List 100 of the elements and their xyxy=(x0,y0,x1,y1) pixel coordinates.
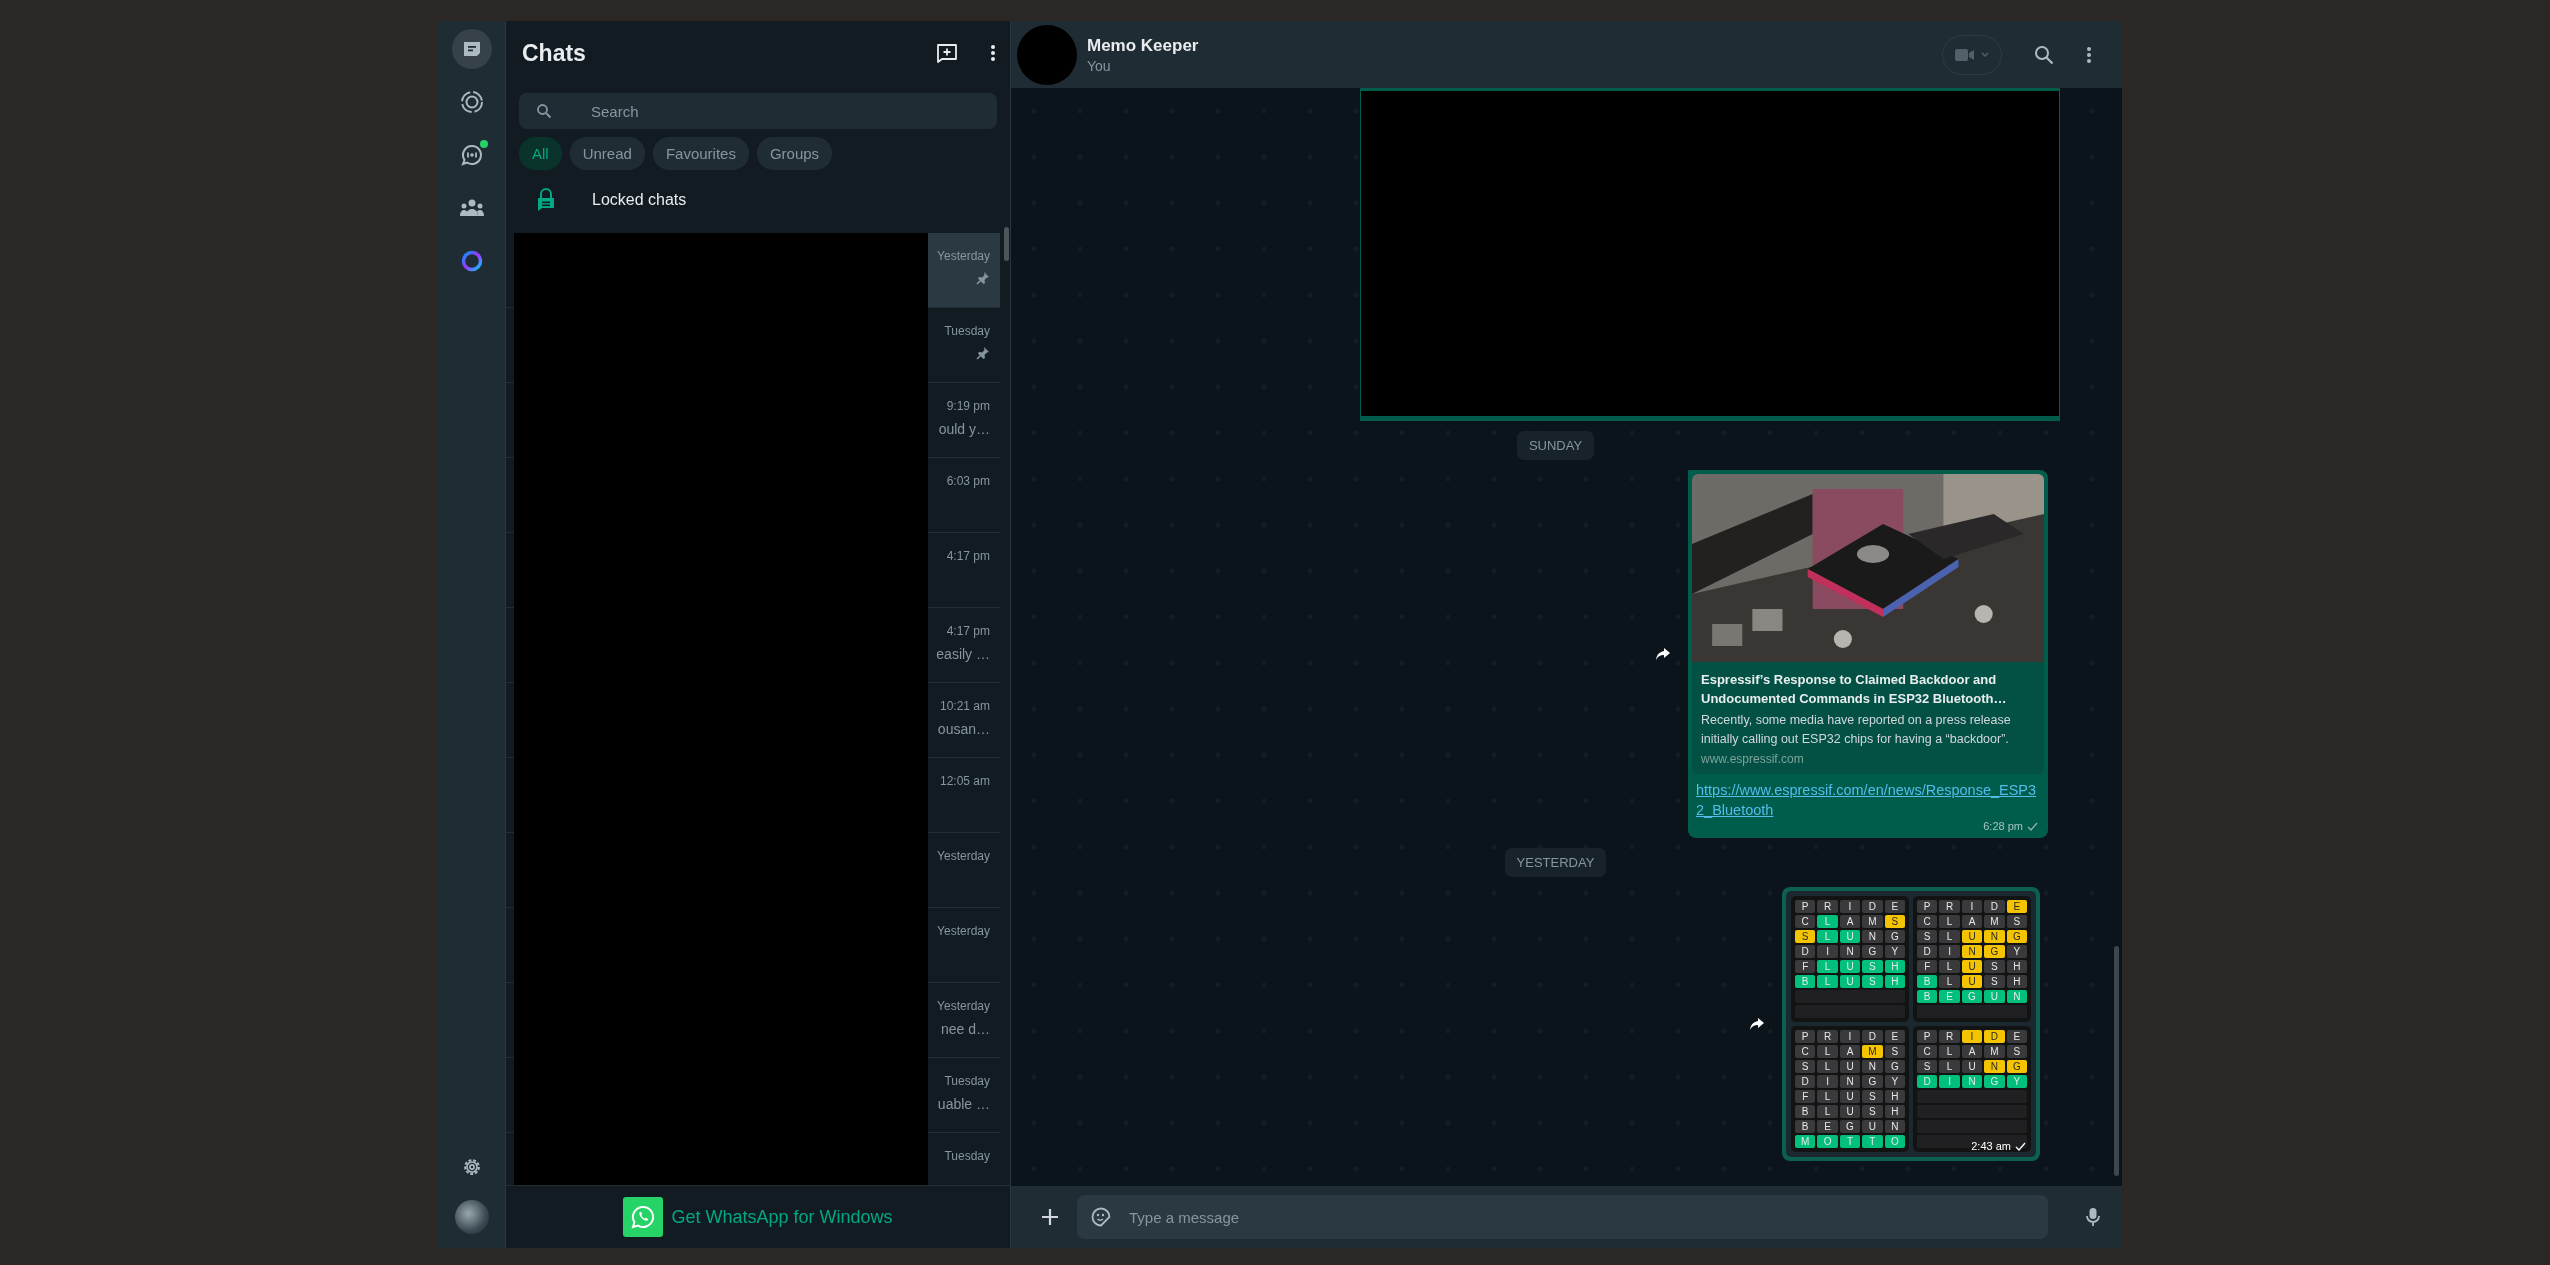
letter-tile: N xyxy=(1961,1075,1983,1088)
url-link[interactable]: https://www.espressif.com/en/news/Response_ESP32_Bluetooth xyxy=(1692,774,2044,820)
letter-tile: G xyxy=(1884,930,1905,943)
letter-tile: P xyxy=(1917,1030,1938,1043)
chat-time: Yesterday xyxy=(937,249,990,263)
chat-row[interactable]: 4:17 pm easily … xyxy=(928,608,1000,682)
filter-chip[interactable]: All xyxy=(519,137,562,170)
filter-chip[interactable]: Groups xyxy=(756,137,833,170)
letter-tile: S xyxy=(1795,930,1816,943)
letter-tile: P xyxy=(1795,900,1816,913)
letter-tile: U xyxy=(1961,960,1983,973)
letter-tile: S xyxy=(1917,930,1938,943)
letter-tile: A xyxy=(1961,1045,1983,1058)
letter-tile: D xyxy=(1917,945,1938,958)
chat-row[interactable]: Yesterday xyxy=(928,833,1000,907)
letter-tile: U xyxy=(1839,930,1861,943)
chat-row[interactable]: 4:17 pm xyxy=(928,533,1000,607)
letter-tile: C xyxy=(1795,915,1816,928)
letter-tile: U xyxy=(1839,1060,1861,1073)
letter-tile: P xyxy=(1917,900,1938,913)
letter-tile: R xyxy=(1817,900,1838,913)
message-input-field[interactable]: Type a message xyxy=(1077,1195,2048,1239)
filter-chip[interactable]: Unread xyxy=(569,137,645,170)
chat-row[interactable]: Tuesday uable … xyxy=(928,1058,1000,1132)
letter-tile: F xyxy=(1917,960,1938,973)
letter-tile: H xyxy=(2006,960,2027,973)
letter-tile: U xyxy=(1839,1090,1861,1103)
chat-row[interactable]: Yesterday xyxy=(928,908,1000,982)
chat-row[interactable]: 9:19 pm ould y… xyxy=(928,383,1000,457)
letter-tile: R xyxy=(1939,900,1960,913)
letter-tile: H xyxy=(2006,975,2027,988)
letter-tile: S xyxy=(1917,1060,1938,1073)
letter-tile: B xyxy=(1795,1120,1816,1133)
letter-tile: D xyxy=(1862,900,1883,913)
letter-tile: R xyxy=(1939,1030,1960,1043)
link-title: Espressif’s Response to Claimed Backdoor and Undocumented Commands in ESP32 Bluetooth… xyxy=(1701,671,2008,708)
letter-tile: H xyxy=(1884,975,1905,988)
letter-tile: S xyxy=(2006,915,2027,928)
letter-tile: S xyxy=(2006,1045,2027,1058)
letter-tile: D xyxy=(1984,1030,2005,1043)
chat-row[interactable]: Tuesday xyxy=(928,1133,1000,1185)
letter-tile: S xyxy=(1984,960,2005,973)
panel-title: Chats xyxy=(522,39,586,67)
letter-tile: N xyxy=(1839,945,1861,958)
letter-tile: H xyxy=(1884,960,1905,973)
letter-tile: S xyxy=(1862,1090,1883,1103)
letter-tile: B xyxy=(1795,1105,1816,1118)
letter-tile: N xyxy=(1961,945,1983,958)
letter-tile: L xyxy=(1939,930,1960,943)
letter-tile: E xyxy=(2006,900,2027,913)
letter-tile: I xyxy=(1939,1075,1960,1088)
letter-tile: L xyxy=(1939,960,1960,973)
letter-tile: N xyxy=(1862,930,1883,943)
chat-time: 4:17 pm xyxy=(946,549,990,563)
chat-row[interactable]: 12:05 am xyxy=(928,758,1000,832)
letter-tile: S xyxy=(1884,915,1905,928)
chat-row[interactable]: 10:21 am ousan… xyxy=(928,683,1000,757)
contact-subtitle: You xyxy=(1087,57,1112,74)
letter-tile: S xyxy=(1884,1045,1905,1058)
letter-tile: I xyxy=(1939,945,1960,958)
letter-tile: G xyxy=(1961,990,1983,1003)
letter-tile: U xyxy=(1862,1120,1883,1133)
letter-tile: L xyxy=(1817,1105,1838,1118)
chat-row[interactable]: Tuesday xyxy=(928,308,1000,382)
message-time: 6:28 pm xyxy=(1983,820,2023,832)
chat-time: Yesterday xyxy=(937,999,990,1013)
letter-tile: Y xyxy=(2006,1075,2027,1088)
letter-tile: L xyxy=(1939,975,1960,988)
letter-tile: L xyxy=(1939,915,1960,928)
search-field[interactable]: Search xyxy=(519,93,997,129)
letter-tile: S xyxy=(1795,1060,1816,1073)
chat-time: Tuesday xyxy=(944,1074,990,1088)
letter-tile: P xyxy=(1795,1030,1816,1043)
promo-link[interactable]: Get WhatsApp for Windows xyxy=(671,1206,893,1228)
letter-tile: L xyxy=(1817,1045,1838,1058)
letter-tile: L xyxy=(1817,915,1838,928)
letter-tile: N xyxy=(1984,1060,2005,1073)
letter-tile: G xyxy=(1862,945,1883,958)
locked-chats-row[interactable]: Locked chats xyxy=(506,172,1010,227)
letter-tile: A xyxy=(1961,915,1983,928)
letter-tile: I xyxy=(1839,900,1861,913)
letter-tile: T xyxy=(1839,1135,1861,1148)
chat-row[interactable]: Yesterday xyxy=(928,233,1000,307)
letter-tile: A xyxy=(1839,915,1861,928)
letter-tile: M xyxy=(1862,915,1883,928)
letter-tile: D xyxy=(1984,900,2005,913)
letter-tile: B xyxy=(1917,990,1938,1003)
message-preview: easily … xyxy=(936,646,990,662)
letter-tile: L xyxy=(1817,930,1838,943)
chat-row[interactable]: Yesterday nee d… xyxy=(928,983,1000,1057)
letter-tile: S xyxy=(1862,960,1883,973)
letter-tile: U xyxy=(1984,990,2005,1003)
letter-tile: O xyxy=(1817,1135,1838,1148)
filter-chip[interactable]: Favourites xyxy=(652,137,749,170)
chat-row[interactable]: 6:03 pm xyxy=(928,458,1000,532)
chat-time: Yesterday xyxy=(937,924,990,938)
letter-tile: S xyxy=(1862,975,1883,988)
letter-tile: Y xyxy=(1884,1075,1905,1088)
letter-tile: F xyxy=(1795,1090,1816,1103)
letter-tile: R xyxy=(1817,1030,1838,1043)
